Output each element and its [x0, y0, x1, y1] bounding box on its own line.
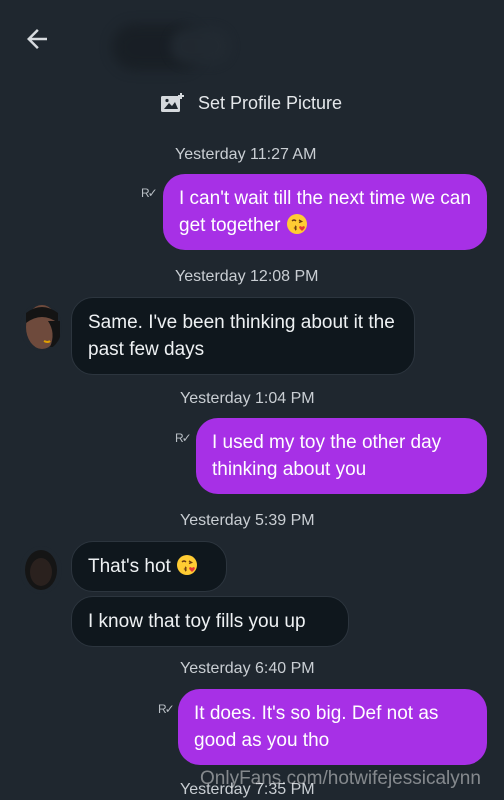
timestamp: Yesterday 1:04 PM: [180, 390, 315, 407]
timestamp: Yesterday 11:27 AM: [175, 146, 317, 163]
set-profile-picture-label: Set Profile Picture: [198, 92, 343, 113]
timestamp: Yesterday 6:40 PM: [180, 660, 315, 677]
conversation-header: [0, 0, 504, 80]
message-bubble-outgoing[interactable]: I used my toy the other day thinking abo…: [196, 418, 487, 494]
message-text: It does. It's so big. Def not as good as…: [194, 703, 439, 751]
image-add-icon: [161, 93, 184, 112]
message-text: Same. I've been thinking about it the pa…: [88, 312, 395, 360]
message-bubble-incoming[interactable]: That's hot: [71, 541, 227, 592]
message-text: I used my toy the other day thinking abo…: [212, 432, 442, 480]
message-text: I know that toy fills you up: [88, 611, 306, 632]
timestamp: Yesterday 12:08 PM: [175, 268, 319, 285]
read-receipt-icon: R✓: [141, 186, 158, 200]
message-bubble-incoming[interactable]: Same. I've been thinking about it the pa…: [71, 297, 415, 375]
face-blowing-kiss-icon: [286, 214, 307, 234]
message-text: I can't wait till the next time we can g…: [179, 188, 471, 236]
read-receipt-icon: R✓: [158, 702, 175, 716]
arrow-left-icon[interactable]: [22, 24, 52, 54]
watermark: OnlyFans.com/hotwifejessicalynn: [200, 768, 481, 789]
message-bubble-outgoing[interactable]: I can't wait till the next time we can g…: [163, 174, 487, 250]
contact-name-blurred[interactable]: [170, 28, 230, 64]
contact-avatar[interactable]: [20, 546, 62, 594]
read-receipt-icon: R✓: [175, 431, 192, 445]
message-bubble-outgoing[interactable]: It does. It's so big. Def not as good as…: [178, 689, 487, 765]
message-text: That's hot: [88, 556, 171, 577]
face-blowing-kiss-icon: [177, 555, 198, 575]
set-profile-picture-notice: Set Profile Picture: [160, 92, 342, 114]
message-bubble-incoming[interactable]: I know that toy fills you up: [71, 596, 349, 647]
timestamp: Yesterday 5:39 PM: [180, 512, 315, 529]
contact-avatar[interactable]: [20, 303, 62, 351]
